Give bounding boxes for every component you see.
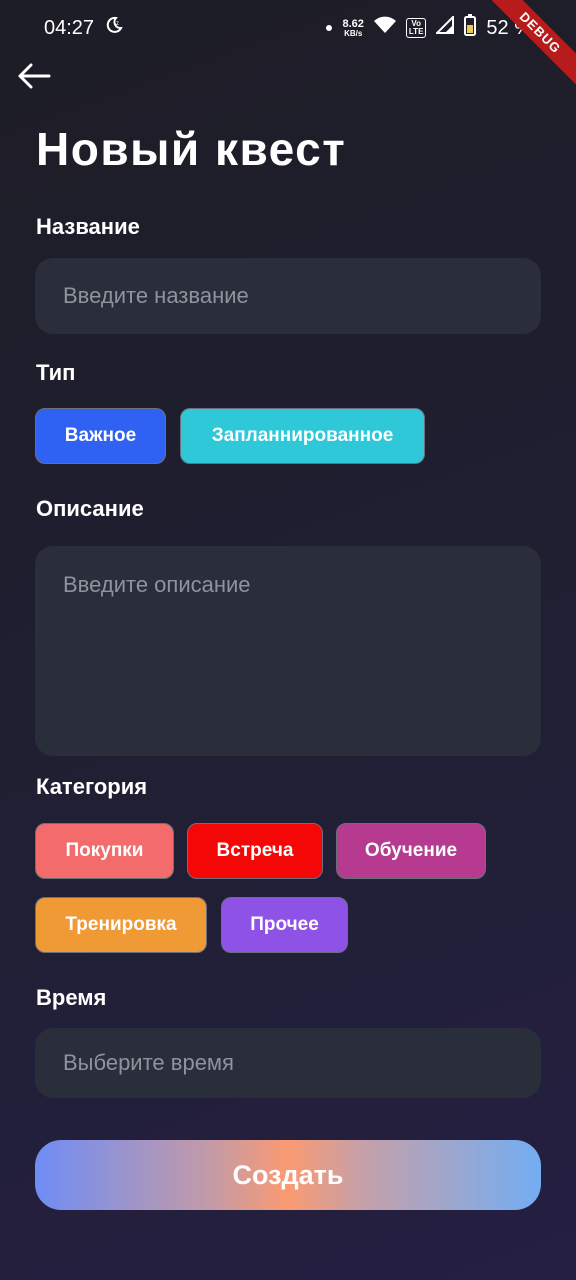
type-chip-label: Запланнированное [211,425,394,446]
status-bar: 04:27 z 8.62 KB/s Vo LTE 52 % [0,0,576,56]
description-input[interactable]: Введите описание [35,546,541,756]
moon-icon: z [104,15,124,41]
net-speed-value: 8.62 [342,17,364,30]
type-chip-important[interactable]: Важное [35,408,166,464]
status-left: 04:27 z [44,15,124,41]
type-label: Тип [36,360,76,385]
svg-text:z: z [116,21,119,27]
create-button[interactable]: Создать [35,1140,541,1210]
create-button-label: Создать [232,1159,344,1190]
type-chip-planned[interactable]: Запланнированное [180,408,425,464]
status-right: 8.62 KB/s Vo LTE 52 % [326,14,532,42]
category-chip-label: Обучение [364,840,458,861]
category-chip-study[interactable]: Обучение [336,823,486,879]
description-placeholder: Введите описание [63,572,251,597]
time-label: Время [36,985,107,1010]
category-chip-label: Встреча [216,840,294,861]
category-chip-training[interactable]: Тренировка [35,897,207,953]
signal-icon [434,14,455,40]
notification-dot-icon [326,25,333,31]
arrow-left-icon [17,63,51,94]
category-chip-other[interactable]: Прочее [221,897,348,953]
battery-icon [464,14,477,42]
description-label: Описание [36,496,144,521]
wifi-icon [373,16,396,40]
back-button[interactable] [14,58,54,98]
category-label: Категория [36,774,148,799]
volte-badge: Vo LTE [405,18,427,38]
category-chip-meeting[interactable]: Встреча [187,823,323,879]
category-chip-shopping[interactable]: Покупки [35,823,174,879]
category-chip-label: Покупки [65,840,144,861]
status-time: 04:27 [44,16,95,39]
type-chip-label: Важное [64,425,137,446]
page-title: Новый квест [36,123,347,175]
category-chip-label: Прочее [250,914,319,935]
volte-bottom: LTE [408,27,424,36]
time-placeholder: Выберите время [63,1050,234,1075]
category-chip-label: Тренировка [65,914,177,935]
name-label: Название [36,214,140,239]
net-speed: 8.62 KB/s [342,17,364,38]
name-input[interactable]: Введите название [35,258,541,334]
net-speed-unit: KB/s [344,28,363,38]
time-picker-field[interactable]: Выберите время [35,1028,541,1098]
name-placeholder: Введите название [63,283,249,308]
